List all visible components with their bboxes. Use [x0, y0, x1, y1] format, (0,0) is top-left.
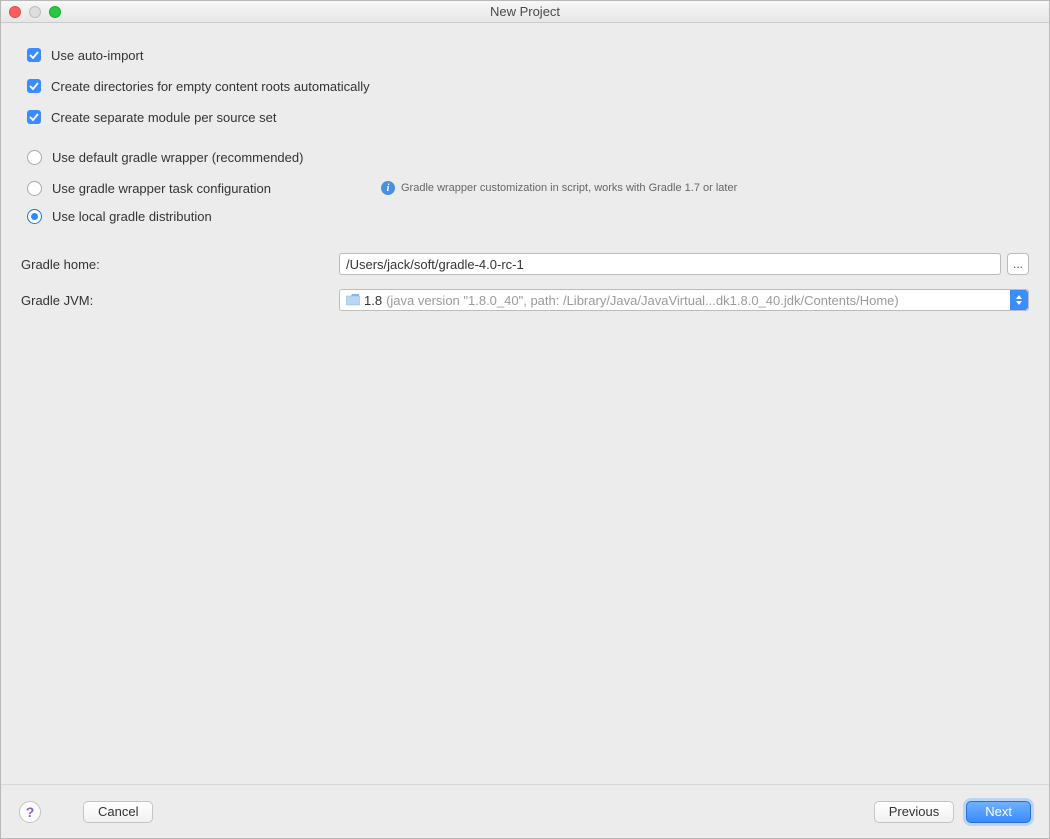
folder-icon	[346, 294, 360, 306]
checkbox-auto-import[interactable]	[27, 48, 41, 62]
label-auto-import: Use auto-import	[51, 48, 143, 63]
label-local-dist: Use local gradle distribution	[52, 209, 212, 224]
checkbox-create-dirs[interactable]	[27, 79, 41, 93]
label-create-dirs: Create directories for empty content roo…	[51, 79, 370, 94]
label-gradle-jvm: Gradle JVM:	[21, 293, 339, 308]
dialog-footer: ? Cancel Previous Next	[1, 784, 1049, 838]
info-icon: i	[381, 181, 395, 195]
help-button[interactable]: ?	[19, 801, 41, 823]
combo-jvm-value: 1.8	[364, 293, 382, 308]
label-gradle-home: Gradle home:	[21, 257, 339, 272]
label-default-wrapper: Use default gradle wrapper (recommended)	[52, 150, 303, 165]
label-separate-module: Create separate module per source set	[51, 110, 276, 125]
titlebar: New Project	[1, 1, 1049, 23]
hint-wrapper-task: Gradle wrapper customization in script, …	[401, 182, 737, 194]
input-gradle-home[interactable]	[339, 253, 1001, 275]
radio-default-wrapper[interactable]	[27, 150, 42, 165]
combo-arrows-icon	[1010, 290, 1028, 310]
radio-local-dist[interactable]	[27, 209, 42, 224]
radio-wrapper-task[interactable]	[27, 181, 42, 196]
previous-button[interactable]: Previous	[874, 801, 955, 823]
checkbox-separate-module[interactable]	[27, 110, 41, 124]
label-wrapper-task: Use gradle wrapper task configuration	[52, 181, 271, 196]
dialog-content: Use auto-import Create directories for e…	[1, 23, 1049, 784]
new-project-dialog: New Project Use auto-import Create direc…	[0, 0, 1050, 839]
cancel-button[interactable]: Cancel	[83, 801, 153, 823]
browse-gradle-home-button[interactable]: ...	[1007, 253, 1029, 275]
combo-gradle-jvm[interactable]: 1.8 (java version "1.8.0_40", path: /Lib…	[339, 289, 1029, 311]
window-title: New Project	[1, 4, 1049, 19]
combo-jvm-detail: (java version "1.8.0_40", path: /Library…	[386, 293, 899, 308]
next-button[interactable]: Next	[966, 801, 1031, 823]
